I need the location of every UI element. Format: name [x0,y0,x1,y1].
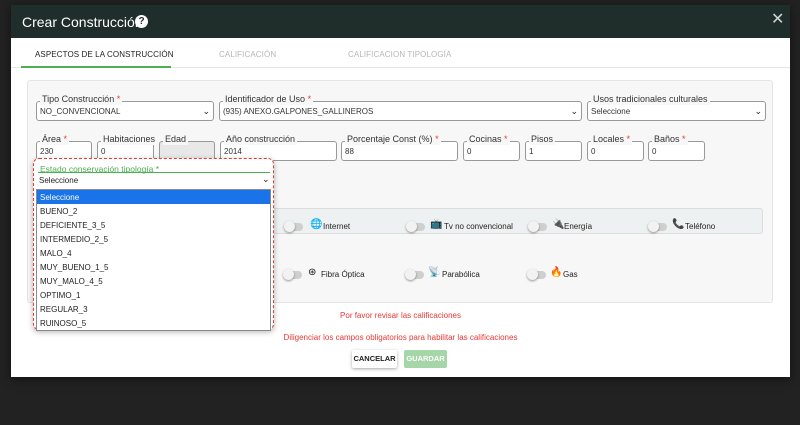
area-label: Área * [40,134,70,145]
anio-construccion-label: Año construcción [224,134,298,145]
tv-no-convencional-label: Tv no convencional [444,222,513,231]
fibra-optica-label: Fibra Óptica [321,270,365,279]
diligenciar-campos-message: Diligenciar los campos obligatorios para… [283,333,518,342]
energia-toggle[interactable] [528,221,547,232]
option-deficiente-3-5[interactable]: DEFICIENTE_3_5 [37,218,270,232]
estado-conservacion-select[interactable]: Seleccione [39,176,78,185]
cancel-button[interactable]: CANCELAR [352,350,397,368]
estado-conservacion-field: Estado conservación tipología * Seleccio… [33,158,274,331]
pisos-label: Pisos [529,134,556,145]
locales-label: Locales * [591,134,633,145]
identificador-uso-field: (935) ANEXO.GALPONES_GALLINEROS ⌄ Identif… [219,94,582,122]
porcentaje-const-label: Porcentaje Const (%) * [345,134,441,145]
globe-icon: 🌐 [310,219,323,230]
porcentaje-const-field: 88 Porcentaje Const (%) * [341,134,458,162]
plug-icon: 🔌 [552,219,565,230]
telefono-toggle[interactable] [648,221,667,232]
option-ruinoso-5[interactable]: RUINOSO_5 [37,316,270,330]
usos-tradicionales-field: Seleccione ⌄ Usos tradicionales culturale… [587,94,766,122]
identificador-uso-label: Identificador de Uso * [223,94,314,105]
locales-field: 0 Locales * [587,134,644,162]
chevron-down-icon[interactable]: ⌄ [262,174,270,185]
tab-calificacion[interactable]: CALIFICACIÓN [219,50,276,59]
save-button[interactable]: GUARDAR [404,350,447,368]
banos-label: Baños * [652,134,688,145]
usos-tradicionales-label: Usos tradicionales culturales [591,94,710,105]
tabs-bar: ASPECTOS DE LA CONSTRUCCIÓN CALIFICACIÓN… [11,38,790,68]
chevron-down-icon: ⌄ [754,106,762,116]
field-underline [38,172,270,173]
energia-label: Energía [564,222,593,231]
tab-aspectos-construccion[interactable]: ASPECTOS DE LA CONSTRUCCIÓN [35,50,174,59]
habitaciones-label: Habitaciones [101,134,158,145]
active-tab-indicator [21,66,171,68]
telefono-label: Teléfono [685,222,716,231]
parabolica-toggle[interactable] [405,269,424,280]
antenna-icon: 📡 [428,267,441,278]
tipo-construccion-label: Tipo Construcción * [40,94,123,105]
option-regular-3[interactable]: REGULAR_3 [37,302,270,316]
cocinas-field: 0 Cocinas * [463,134,520,162]
cocinas-label: Cocinas * [467,134,510,145]
gas-toggle[interactable] [527,269,546,280]
gas-label: Gas [563,270,578,279]
edad-label: Edad [163,134,189,145]
option-optimo-1[interactable]: OPTIMO_1 [37,288,270,302]
chevron-down-icon: ⌄ [202,106,210,116]
estado-conservacion-options: Seleccione BUENO_2 DEFICIENTE_3_5 INTERM… [36,189,271,331]
close-icon[interactable]: ✕ [771,12,784,28]
modal-header: Crear Construcción ? ✕ [11,5,790,38]
phone-icon: 📞 [672,219,685,230]
help-icon[interactable]: ? [135,15,148,28]
tab-calificacion-tipologia[interactable]: CALIFICACION TIPOLOGÍA [348,50,451,59]
modal-title: Crear Construcción [22,14,143,30]
parabolica-label: Parabólica [442,270,480,279]
fibra-optica-toggle[interactable] [283,269,302,280]
option-muy-malo-4-5[interactable]: MUY_MALO_4_5 [37,274,270,288]
pisos-field: 1 Pisos [525,134,582,162]
option-intermedio-2-5[interactable]: INTERMEDIO_2_5 [37,232,270,246]
flame-icon: 🔥 [550,267,563,278]
option-muy-bueno-1-5[interactable]: MUY_BUENO_1_5 [37,260,270,274]
internet-toggle[interactable] [284,221,303,232]
banos-field: 0 Baños * [648,134,705,162]
tv-icon: 📺 [430,219,443,230]
option-seleccione[interactable]: Seleccione [37,190,270,204]
internet-label: Internet [323,222,351,231]
chevron-down-icon: ⌄ [570,106,578,116]
option-bueno-2[interactable]: BUENO_2 [37,204,270,218]
tipo-construccion-field: NO_CONVENCIONAL ⌄ Tipo Construcción * [36,94,214,122]
fiber-icon: ⊛ [308,267,317,278]
option-malo-4[interactable]: MALO_4 [37,246,270,260]
tv-no-convencional-toggle[interactable] [406,221,425,232]
